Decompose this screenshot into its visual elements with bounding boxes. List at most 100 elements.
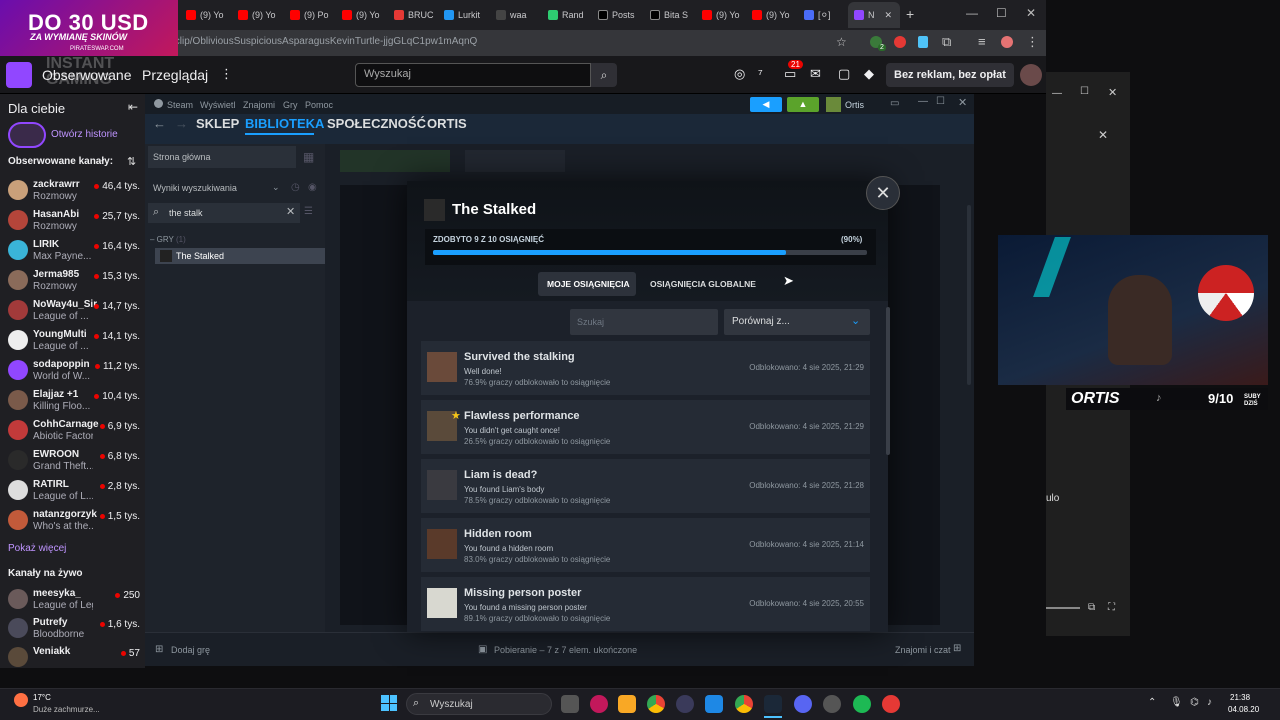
whispers-icon[interactable]: ▢	[838, 66, 850, 82]
steam-nav-library[interactable]: BIBLIOTEKA	[245, 116, 324, 131]
channel-row[interactable]: EWROON Grand Theft... 6,8 tys.	[6, 446, 144, 476]
channel-row[interactable]: YoungMulti League of ... 14,1 tys.	[6, 326, 144, 356]
browser-tab[interactable]: (9) Yo	[186, 5, 226, 25]
add-game-button[interactable]: Dodaj grę	[171, 645, 210, 655]
address-url[interactable]: /clip/ObliviousSuspiciousAsparagusKevinT…	[172, 36, 477, 47]
steam-user-avatar[interactable]	[826, 97, 841, 112]
browser-tab[interactable]: (9) Yo	[238, 5, 278, 25]
extension-icon[interactable]	[918, 36, 928, 48]
recent-clock-icon[interactable]: ◷	[291, 182, 300, 193]
channel-row[interactable]: zackrawrr Rozmowy 46,4 tys.	[6, 176, 144, 206]
bits-icon[interactable]: ◆	[864, 66, 874, 82]
friends-chat-icon[interactable]: ⊞	[953, 643, 961, 654]
windows-start-icon[interactable]	[381, 695, 397, 711]
twitch-logo-icon[interactable]	[6, 62, 32, 88]
browser-tab[interactable]: (9) Yo	[752, 5, 792, 25]
profile-icon[interactable]	[1001, 36, 1013, 48]
browser-tab[interactable]: (9) Yo	[342, 5, 382, 25]
nav-followed[interactable]: Obserwowane	[42, 67, 132, 83]
ad-free-button[interactable]: Bez reklam, bez opłat	[886, 63, 1014, 87]
mail-icon[interactable]: ✉	[810, 66, 821, 82]
file-explorer-icon[interactable]	[618, 695, 636, 713]
channel-row[interactable]: Putrefy Bloodborne 1,6 tys.	[6, 614, 144, 644]
taskbar-search-input[interactable]	[406, 693, 552, 715]
channel-row[interactable]: meesyka_League of Lege... 250	[6, 585, 144, 615]
task-view-icon[interactable]	[561, 695, 579, 713]
browser-tab[interactable]: (9) Yo	[702, 5, 742, 25]
app-icon[interactable]	[676, 695, 694, 713]
puzzle-extensions-icon[interactable]: ⧉	[942, 34, 951, 50]
add-game-icon[interactable]: ⊞	[155, 644, 163, 655]
steam-nav-profile[interactable]: ORTIS	[427, 116, 467, 131]
channel-row[interactable]: natanzgorzyk Who's at the... 1,5 tys.	[6, 506, 144, 536]
channel-row[interactable]: CohhCarnage Abiotic Factor 6,9 tys.	[6, 416, 144, 446]
media-control-icon[interactable]: ≡	[978, 34, 986, 49]
browser-tab[interactable]: [⚪]	[804, 5, 840, 25]
steam-nav-store[interactable]: SKLEP	[196, 116, 239, 131]
steam-nav-community[interactable]: SPOŁECZNOŚĆ	[327, 116, 426, 131]
browser-tab[interactable]: Rand	[548, 5, 588, 25]
more-menu-icon[interactable]: ⋮	[220, 66, 233, 82]
channel-row[interactable]: RATIRL League of L... 2,8 tys.	[6, 476, 144, 506]
opera-icon[interactable]	[590, 695, 608, 713]
steam-minimize-icon[interactable]: —	[918, 96, 928, 107]
steam-menu-help[interactable]: Pomoc	[305, 100, 333, 110]
chrome-icon[interactable]	[647, 695, 665, 713]
close-tab-icon[interactable]: ✕	[885, 10, 893, 21]
play-filter-icon[interactable]: ◉	[308, 182, 317, 193]
close-modal-icon[interactable]: ✕	[866, 176, 900, 210]
steam-menu-steam[interactable]: Steam	[167, 100, 193, 110]
maximize-icon[interactable]: ☐	[996, 6, 1007, 20]
steam-menu-games[interactable]: Gry	[283, 100, 298, 110]
tab-global-achievements[interactable]: OSIĄGNIĘCIA GLOBALNE	[650, 279, 756, 289]
achievement-row[interactable]: Survived the stalking Well done! 76.9% gra…	[421, 341, 870, 395]
seventv-icon[interactable]: ⁷	[758, 66, 763, 81]
friends-chat-button[interactable]: Znajomi i czat	[895, 645, 951, 655]
extension-icon[interactable]	[894, 36, 906, 48]
browser-tab-active[interactable]: N ✕	[848, 2, 900, 28]
open-stories-link[interactable]: Otwórz historie	[51, 129, 118, 140]
tray-chevron-icon[interactable]: ⌃	[1148, 697, 1156, 708]
chrome-icon[interactable]	[735, 695, 753, 713]
volume-icon[interactable]: ♪	[1207, 697, 1212, 708]
channel-row[interactable]: Veniakk 57	[6, 643, 144, 673]
steam-menu-view[interactable]: Wyświetl	[200, 100, 235, 110]
grid-view-icon[interactable]: ▦	[303, 150, 314, 164]
settings-gear-icon[interactable]	[823, 695, 841, 713]
promo-banner[interactable]: DO 30 USD ZA WYMIANĘ SKINÓW PIRATESWAP.C…	[0, 0, 178, 56]
channel-row[interactable]: NoWay4u_Sir League of ... 14,7 tys.	[6, 296, 144, 326]
browser-tab[interactable]: waa	[496, 5, 536, 25]
channel-row[interactable]: Elajjaz +1 Killing Floo... 10,4 tys.	[6, 386, 144, 416]
close-window-icon[interactable]: ✕	[1026, 6, 1036, 20]
twitch-search-input[interactable]: Wyszukaj	[355, 63, 591, 87]
app-icon[interactable]	[882, 695, 900, 713]
steam-close-icon[interactable]: ✕	[958, 96, 967, 109]
achievement-row[interactable]: Missing person poster You found a missing…	[421, 577, 870, 631]
bookmark-star-icon[interactable]: ☆	[836, 35, 847, 49]
back-arrow-icon[interactable]: ←	[153, 116, 166, 131]
library-scrollbar[interactable]	[967, 205, 971, 385]
search-icon[interactable]: ⌕	[591, 63, 617, 87]
big-picture-icon[interactable]: ▭	[890, 98, 899, 109]
steam-username[interactable]: Ortis	[845, 100, 864, 110]
spotify-icon[interactable]	[853, 695, 871, 713]
filter-icon[interactable]: ☰	[304, 206, 313, 217]
discord-icon[interactable]	[794, 695, 812, 713]
clear-search-icon[interactable]: ✕	[286, 205, 295, 218]
channel-row[interactable]: LIRIK Max Payne... 16,4 tys.	[6, 236, 144, 266]
pip-icon[interactable]: ⧉	[1088, 602, 1095, 613]
notification-bell-icon[interactable]: ▲	[787, 97, 819, 112]
user-avatar[interactable]	[1020, 64, 1042, 86]
bg-minimize-icon[interactable]: —	[1052, 88, 1062, 99]
browser-tab[interactable]: BRUC	[394, 5, 434, 25]
achievement-row[interactable]: Liam is dead? You found Liam's body 78.5% …	[421, 459, 870, 513]
browser-menu-icon[interactable]: ⋮	[1026, 34, 1039, 50]
steam-menu-friends[interactable]: Znajomi	[243, 100, 275, 110]
nav-browse[interactable]: Przeglądaj	[142, 67, 208, 83]
stories-avatar[interactable]	[8, 122, 46, 148]
collapse-sidebar-icon[interactable]: ⇤	[128, 100, 138, 114]
channel-row[interactable]: Jerma985 Rozmowy 15,3 tys.	[6, 266, 144, 296]
browser-tab[interactable]: (9) Po	[290, 5, 330, 25]
app-icon[interactable]	[705, 695, 723, 713]
steam-maximize-icon[interactable]: ☐	[936, 96, 945, 107]
